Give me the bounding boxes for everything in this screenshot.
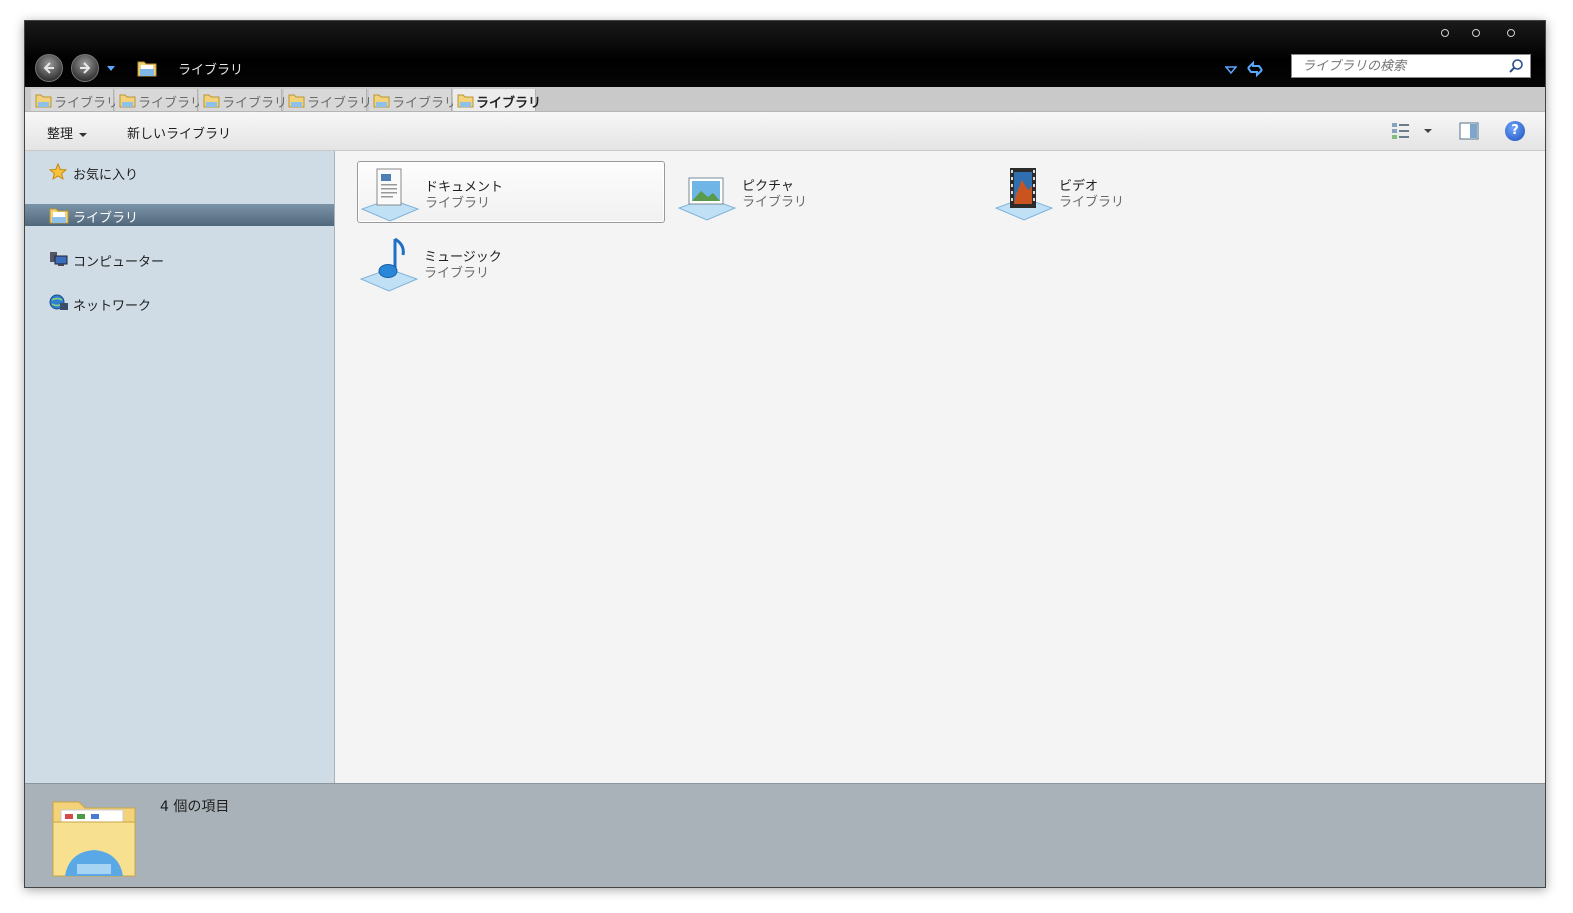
library-folder-icon [288,94,305,108]
network-icon [49,294,68,310]
library-folder-icon [35,94,52,108]
chevron-down-icon [79,132,88,137]
library-folder-icon [119,94,136,108]
details-pane: 4 個の項目 [25,783,1545,887]
library-type: ライブラリ [1059,195,1125,210]
library-folder-icon [373,94,390,108]
tab-library-active[interactable]: ライブラリ [453,89,541,111]
video-icon [994,168,1054,221]
documents-icon [360,168,420,222]
address-dropdown-icon[interactable] [1225,66,1237,74]
organize-button[interactable]: 整理 [47,123,88,142]
navigation-pane: お気に入り ライブラリ コンピューター ネットワーク [25,151,335,783]
library-type: ライブラリ [425,196,491,211]
library-type: ライブラリ [742,195,808,210]
new-library-button[interactable]: 新しいライブラリ [127,123,231,142]
search-icon[interactable] [1508,58,1524,74]
library-folder-icon [49,208,69,224]
libraries-view: ドキュメント ライブラリ ピクチャ ライブラリ ビデオ ライブラリ ミュージック… [335,151,1545,783]
close-button[interactable] [1507,29,1515,37]
tab-library-4[interactable]: ライブラリ [284,89,372,111]
minimize-button[interactable] [1441,29,1449,37]
sidebar-item-network[interactable]: ネットワーク [25,292,334,314]
explorer-window: ライブラリ ライブラリ ライブラリ ライブラリ [24,20,1546,888]
library-videos[interactable]: ビデオ ライブラリ [992,161,1300,223]
library-pictures[interactable]: ピクチャ ライブラリ [675,161,983,223]
view-options-icon[interactable] [1391,122,1413,140]
library-folder-icon [457,94,474,108]
music-icon [359,237,419,292]
sidebar-item-libraries[interactable]: ライブラリ [25,204,334,226]
tab-library-2[interactable]: ライブラリ [115,89,203,111]
back-button[interactable] [35,54,63,82]
tab-bar: ライブラリ ライブラリ ライブラリ ライブラリ ライブラリ ライブラリ [25,87,1545,112]
tab-library-3[interactable]: ライブラリ [199,89,287,111]
tab-library-1[interactable]: ライブラリ [31,89,119,111]
forward-button[interactable] [71,54,99,82]
library-documents[interactable]: ドキュメント ライブラリ [357,161,665,223]
library-folder-icon [203,94,220,108]
tab-library-5[interactable]: ライブラリ [369,89,457,111]
library-folder-large-icon [52,801,136,877]
history-dropdown-icon[interactable] [107,66,115,71]
arrow-right-icon [80,62,91,74]
maximize-button[interactable] [1472,29,1480,37]
library-folder-icon [137,61,157,77]
computer-icon [50,252,68,266]
sidebar-item-favorites[interactable]: お気に入り [25,161,334,183]
library-music[interactable]: ミュージック ライブラリ [357,232,665,294]
help-icon[interactable]: ? [1505,121,1525,141]
library-type: ライブラリ [424,266,490,281]
view-dropdown-icon[interactable] [1424,129,1432,133]
arrow-left-icon [43,62,54,74]
preview-pane-icon[interactable] [1459,122,1479,140]
organize-label: 整理 [47,127,74,142]
pictures-icon [677,177,737,221]
sidebar-item-computer[interactable]: コンピューター [25,248,334,270]
title-bar: ライブラリ [25,21,1545,87]
search-input[interactable] [1302,57,1502,75]
search-box[interactable] [1291,54,1531,78]
command-bar: 整理 新しいライブラリ ? [25,112,1545,151]
address-breadcrumb[interactable]: ライブラリ [178,59,243,78]
star-icon [49,163,67,181]
refresh-icon[interactable] [1245,59,1265,79]
item-count: 4 個の項目 [160,799,230,815]
